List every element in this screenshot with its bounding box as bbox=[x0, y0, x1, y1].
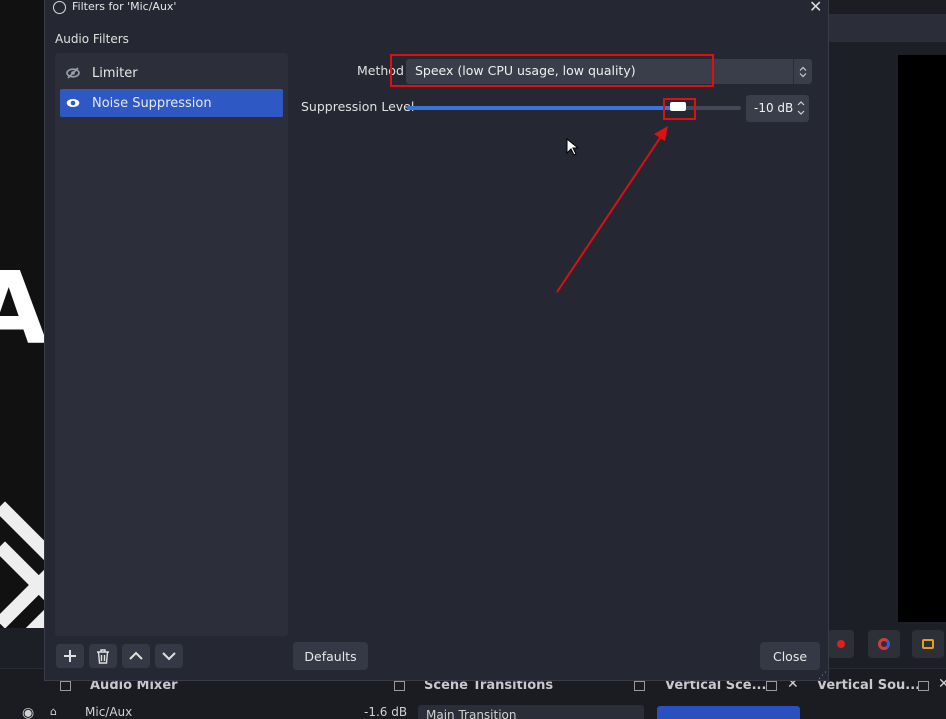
dock-float-icon[interactable] bbox=[60, 681, 71, 691]
select-arrows-icon bbox=[793, 59, 812, 84]
eye-icon[interactable] bbox=[66, 96, 80, 110]
dock-float-icon[interactable] bbox=[766, 681, 777, 691]
mixer-level: -1.6 dB bbox=[364, 705, 408, 719]
close-button[interactable]: Close bbox=[760, 642, 820, 670]
slider-highlight-box bbox=[663, 98, 696, 120]
trash-icon bbox=[97, 648, 109, 664]
suppression-level-spinbox[interactable]: -10 dB bbox=[746, 95, 809, 122]
chevron-down-icon bbox=[162, 652, 176, 661]
suppression-level-value: -10 dB bbox=[754, 101, 794, 115]
mixer-source-name: Mic/Aux bbox=[85, 705, 133, 719]
background-panel bbox=[828, 42, 898, 622]
visibility-icon[interactable]: ◉ bbox=[22, 705, 34, 719]
record-icon bbox=[837, 640, 845, 648]
filter-name: Limiter bbox=[92, 65, 138, 81]
dialog-title: Filters for 'Mic/Aux' bbox=[72, 0, 177, 13]
filters-dialog: Filters for 'Mic/Aux' ✕ Audio Filters Li… bbox=[44, 0, 829, 681]
mouse-cursor-icon bbox=[566, 138, 578, 156]
slider-fill bbox=[407, 106, 678, 110]
filter-list: Limiter Noise Suppression bbox=[55, 53, 288, 636]
defaults-button[interactable]: Defaults bbox=[293, 642, 368, 670]
resize-grip-icon[interactable]: ⋰ bbox=[818, 671, 827, 681]
spin-arrows-icon[interactable] bbox=[796, 97, 806, 119]
close-icon[interactable]: ✕ bbox=[809, 0, 822, 16]
filter-name: Noise Suppression bbox=[92, 95, 212, 111]
suppression-level-label: Suppression Level bbox=[301, 99, 415, 114]
camera-button[interactable] bbox=[912, 630, 944, 658]
eye-slash-icon[interactable] bbox=[66, 66, 80, 80]
filter-item-limiter[interactable]: Limiter bbox=[60, 59, 283, 87]
dock-float-icon[interactable] bbox=[918, 681, 929, 691]
vertical-icon bbox=[878, 638, 890, 650]
remove-filter-button[interactable] bbox=[89, 644, 117, 668]
preview-logo-glyph: A bbox=[0, 250, 48, 367]
plus-icon bbox=[64, 650, 76, 662]
audio-filters-label: Audio Filters bbox=[55, 32, 129, 46]
dialog-titlebar: Filters for 'Mic/Aux' ✕ bbox=[45, 0, 828, 16]
vertical-preview-canvas bbox=[898, 55, 946, 622]
move-down-button[interactable] bbox=[155, 644, 183, 668]
vertical-scene-item[interactable] bbox=[657, 706, 800, 719]
camera-icon bbox=[922, 639, 934, 649]
vertical-sources-title: Vertical Sou... bbox=[817, 678, 921, 693]
virtual-cam-button[interactable] bbox=[868, 630, 900, 658]
preview-canvas: A bbox=[0, 0, 48, 628]
lock-icon[interactable]: ⌂ bbox=[50, 705, 57, 718]
add-filter-button[interactable] bbox=[56, 644, 84, 668]
background-toolbar bbox=[828, 14, 946, 42]
transition-select[interactable]: Main Transition bbox=[418, 705, 644, 719]
move-up-button[interactable] bbox=[122, 644, 150, 668]
dock-float-icon[interactable] bbox=[394, 681, 405, 691]
dock-float-icon[interactable] bbox=[634, 681, 645, 691]
dock-close-icon[interactable]: ✕ bbox=[938, 676, 946, 692]
record-button[interactable] bbox=[828, 630, 854, 658]
filter-item-noise-suppression[interactable]: Noise Suppression bbox=[60, 89, 283, 117]
chevron-up-icon bbox=[129, 651, 143, 660]
method-highlight-box bbox=[390, 54, 714, 87]
obs-logo-icon bbox=[53, 1, 66, 14]
background-panel bbox=[828, 0, 946, 14]
